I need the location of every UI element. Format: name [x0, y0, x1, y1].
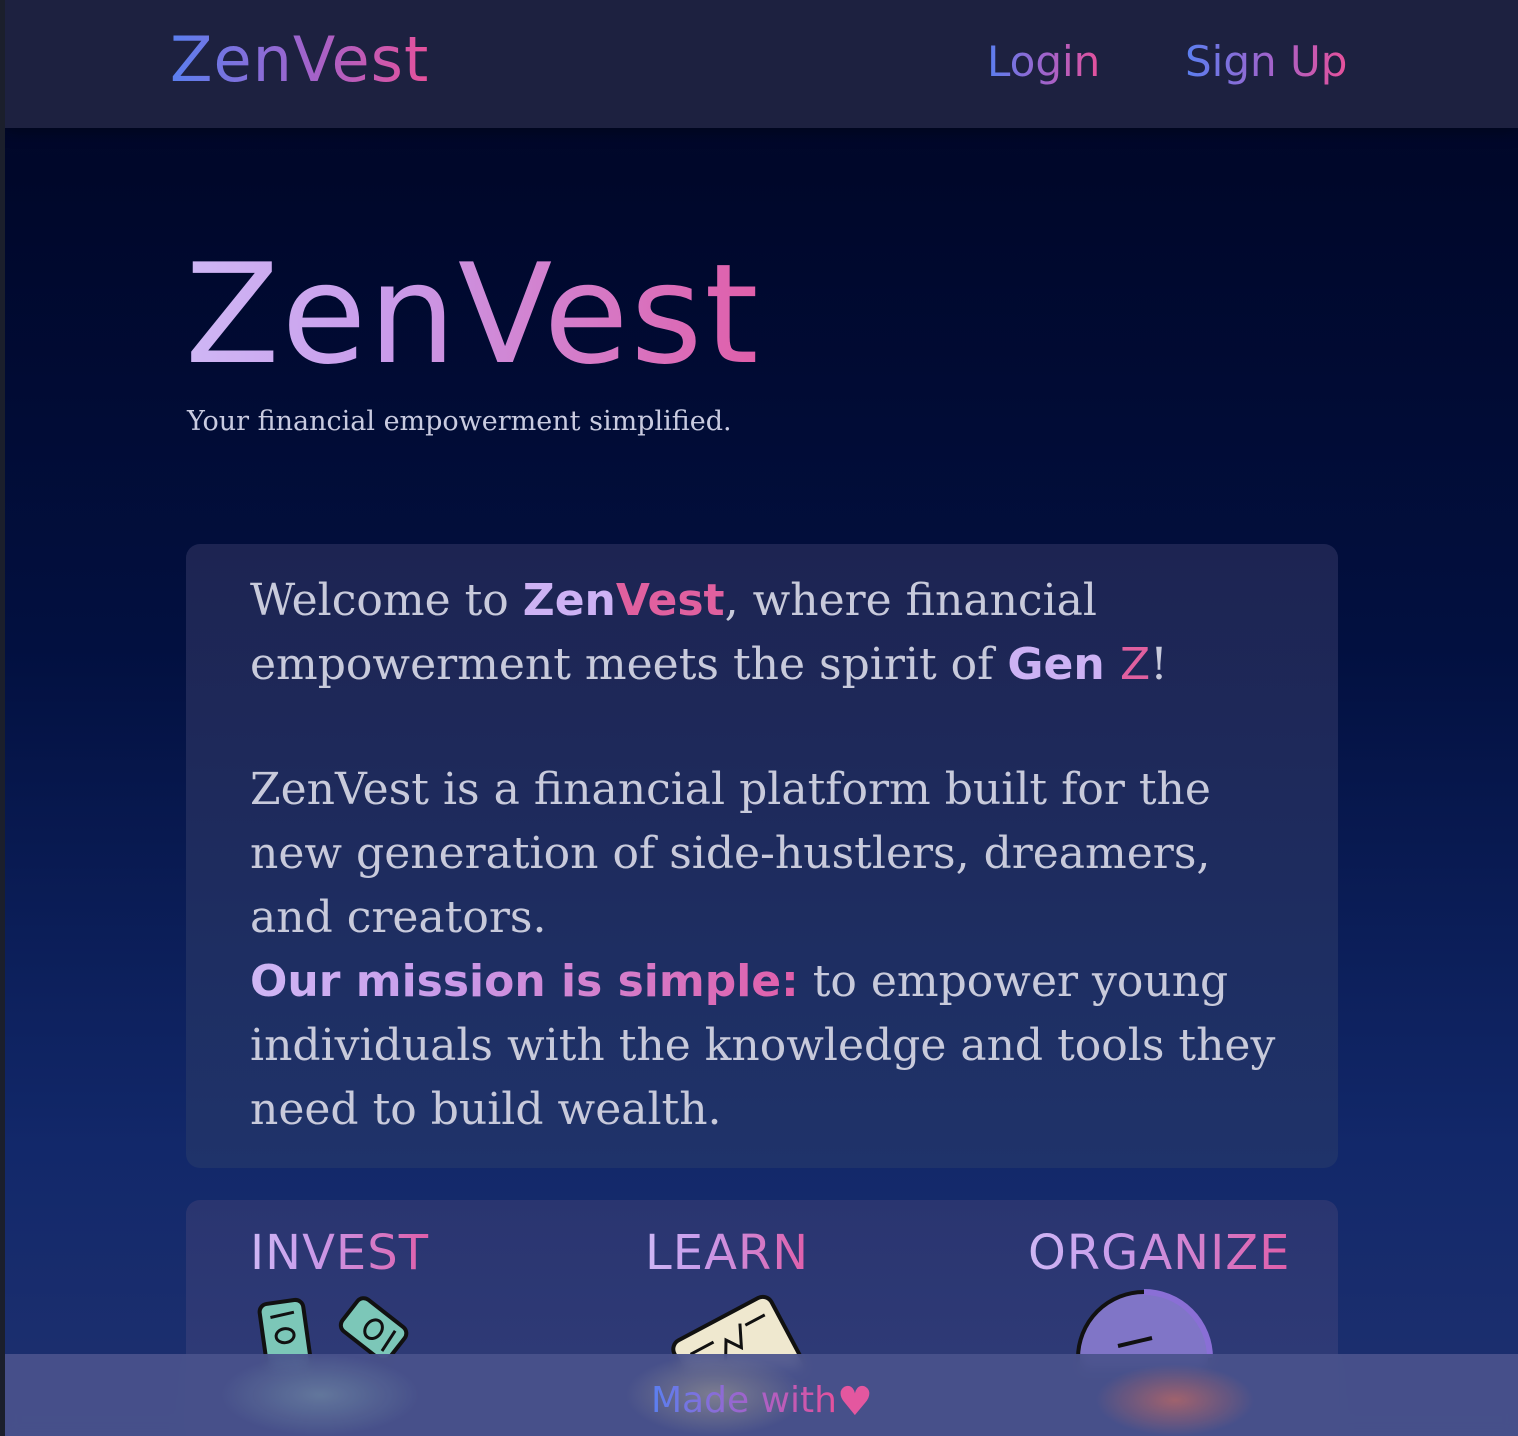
feature-title-learn[interactable]: LEARN [645, 1224, 809, 1282]
brand-highlight-zen: Zen [522, 575, 616, 626]
intro-paragraph-platform: ZenVest is a financial platform built fo… [250, 764, 1211, 943]
footer-bar: Made with ♥ [5, 1354, 1518, 1436]
heart-icon: ♥ [837, 1379, 873, 1425]
feature-title-invest[interactable]: INVEST [250, 1224, 429, 1282]
feature-title-organize[interactable]: ORGANIZE [1028, 1224, 1290, 1282]
welcome-prefix: Welcome to [250, 575, 523, 626]
intro-card: Welcome to ZenVest, where financial empo… [186, 544, 1338, 1168]
footer-made-with-text: Made with [651, 1378, 837, 1424]
login-link[interactable]: Login [987, 36, 1100, 88]
brand-logo-link[interactable]: ZenVest [170, 20, 429, 100]
gen-highlight: Gen [1007, 639, 1120, 690]
hero-title: ZenVest [185, 234, 761, 395]
signup-link[interactable]: Sign Up [1185, 36, 1347, 88]
footer-blur-decoration [1095, 1364, 1255, 1436]
page: ZenVest Login Sign Up ZenVest Your finan… [5, 0, 1518, 1436]
intro-paragraph-welcome: Welcome to ZenVest, where financial empo… [250, 569, 1280, 697]
welcome-suffix: ! [1150, 639, 1168, 690]
mission-highlight: Our mission is simple: [250, 956, 799, 1007]
hero-subtitle: Your financial empowerment simplified. [187, 406, 732, 437]
brand-highlight-vest: Vest [615, 575, 725, 626]
top-navbar: ZenVest Login Sign Up [5, 0, 1518, 128]
footer-blur-decoration [220, 1354, 420, 1436]
z-highlight: Z [1119, 639, 1151, 690]
intro-paragraph-mission: Our mission is simple: to empower young … [250, 950, 1280, 1142]
